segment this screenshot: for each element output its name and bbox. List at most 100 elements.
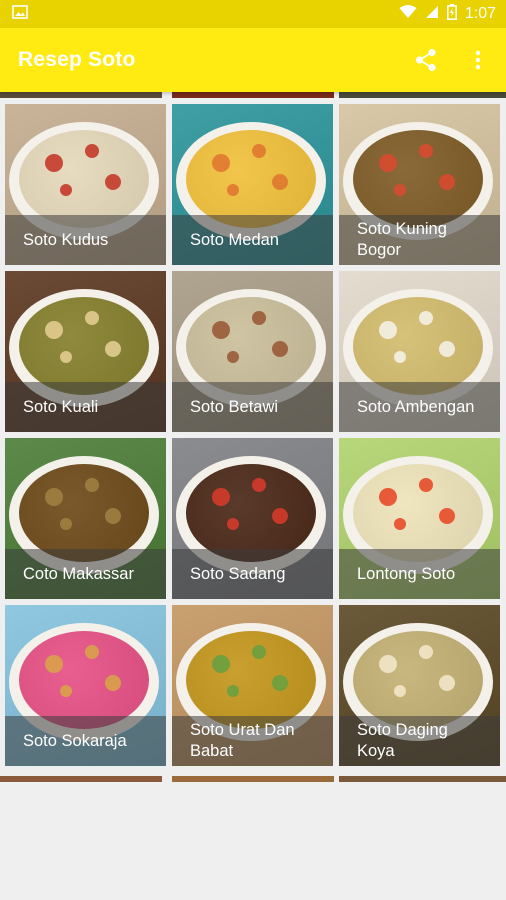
recipe-name: Soto Ambengan bbox=[357, 397, 475, 416]
garnish-shape bbox=[227, 184, 239, 196]
recipe-card[interactable]: Soto Sokaraja bbox=[5, 605, 166, 766]
recipe-name: Soto Kuning Bogor bbox=[357, 220, 447, 259]
recipe-caption: Coto Makassar bbox=[5, 549, 166, 599]
garnish-shape bbox=[379, 154, 397, 172]
recipe-caption: Soto Sokaraja bbox=[5, 716, 166, 766]
recipe-name: Coto Makassar bbox=[23, 564, 134, 583]
recipe-caption: Soto Kuali bbox=[5, 382, 166, 432]
soup-shape bbox=[186, 297, 316, 395]
recipe-caption: Soto Daging Koya bbox=[339, 716, 500, 766]
garnish-shape bbox=[272, 675, 288, 691]
recipe-name: Soto Kuali bbox=[23, 397, 99, 416]
garnish-shape bbox=[45, 488, 63, 506]
garnish-shape bbox=[379, 488, 397, 506]
next-row-edge bbox=[0, 776, 506, 782]
recipe-card[interactable]: Soto Betawi bbox=[172, 271, 333, 432]
status-bar: 1:07 bbox=[0, 0, 506, 28]
soup-shape bbox=[19, 297, 149, 395]
garnish-shape bbox=[212, 488, 230, 506]
garnish-shape bbox=[394, 351, 406, 363]
recipe-card[interactable]: Soto Urat Dan Babat bbox=[172, 605, 333, 766]
garnish-shape bbox=[227, 685, 239, 697]
garnish-shape bbox=[272, 341, 288, 357]
garnish-shape bbox=[252, 478, 266, 492]
recipe-caption: Soto Sadang bbox=[172, 549, 333, 599]
garnish-shape bbox=[60, 518, 72, 530]
garnish-shape bbox=[439, 174, 455, 190]
garnish-shape bbox=[419, 478, 433, 492]
recipe-name: Soto Urat Dan Babat bbox=[190, 721, 295, 760]
garnish-shape bbox=[439, 508, 455, 524]
clock: 1:07 bbox=[464, 5, 496, 22]
recipe-card[interactable]: Soto Kuali bbox=[5, 271, 166, 432]
soup-shape bbox=[19, 130, 149, 228]
soup-shape bbox=[186, 464, 316, 562]
share-icon bbox=[415, 48, 436, 72]
recipe-grid: Soto Kudus Soto Medan Soto Kuning Bogor Sot… bbox=[0, 92, 506, 782]
garnish-shape bbox=[105, 174, 121, 190]
recipe-card[interactable]: Soto Sadang bbox=[172, 438, 333, 599]
status-indicators: 1:07 bbox=[399, 3, 496, 25]
soup-shape bbox=[186, 631, 316, 729]
soup-shape bbox=[353, 631, 483, 729]
garnish-shape bbox=[379, 321, 397, 339]
recipe-name: Soto Kudus bbox=[23, 230, 109, 249]
garnish-shape bbox=[394, 685, 406, 697]
recipe-card[interactable]: Soto Kuning Bogor bbox=[339, 104, 500, 265]
garnish-shape bbox=[394, 518, 406, 530]
soup-shape bbox=[353, 130, 483, 228]
garnish-shape bbox=[212, 154, 230, 172]
recipe-caption: Soto Ambengan bbox=[339, 382, 500, 432]
share-button[interactable] bbox=[412, 46, 440, 74]
recipe-caption: Soto Kudus bbox=[5, 215, 166, 265]
recipe-name: Soto Daging Koya bbox=[357, 721, 448, 760]
garnish-shape bbox=[212, 655, 230, 673]
recipe-caption: Soto Urat Dan Babat bbox=[172, 716, 333, 766]
garnish-shape bbox=[439, 675, 455, 691]
recipe-name: Lontong Soto bbox=[357, 564, 456, 583]
recipe-card[interactable]: Coto Makassar bbox=[5, 438, 166, 599]
garnish-shape bbox=[85, 478, 99, 492]
recipe-caption: Soto Kuning Bogor bbox=[339, 215, 500, 265]
recipe-card[interactable]: Soto Ambengan bbox=[339, 271, 500, 432]
garnish-shape bbox=[45, 321, 63, 339]
recipe-card[interactable]: Soto Kudus bbox=[5, 104, 166, 265]
app-bar: Resep Soto bbox=[0, 28, 506, 92]
garnish-shape bbox=[394, 184, 406, 196]
wifi-icon bbox=[399, 4, 417, 24]
garnish-shape bbox=[419, 645, 433, 659]
soup-shape bbox=[19, 631, 149, 729]
recipe-name: Soto Betawi bbox=[190, 397, 279, 416]
garnish-shape bbox=[60, 685, 72, 697]
garnish-shape bbox=[227, 518, 239, 530]
signal-icon bbox=[425, 5, 439, 24]
recipe-caption: Soto Medan bbox=[172, 215, 333, 265]
garnish-shape bbox=[252, 311, 266, 325]
overflow-menu-icon bbox=[475, 50, 481, 70]
recipe-caption: Soto Betawi bbox=[172, 382, 333, 432]
garnish-shape bbox=[45, 655, 63, 673]
overflow-menu-button[interactable] bbox=[464, 46, 492, 74]
garnish-shape bbox=[439, 341, 455, 357]
previous-row-edge bbox=[0, 92, 506, 98]
garnish-shape bbox=[379, 655, 397, 673]
garnish-shape bbox=[85, 144, 99, 158]
recipe-name: Soto Medan bbox=[190, 230, 279, 249]
garnish-shape bbox=[419, 311, 433, 325]
garnish-shape bbox=[212, 321, 230, 339]
garnish-shape bbox=[419, 144, 433, 158]
garnish-shape bbox=[85, 311, 99, 325]
recipe-name: Soto Sadang bbox=[190, 564, 286, 583]
garnish-shape bbox=[105, 508, 121, 524]
recipe-card[interactable]: Soto Daging Koya bbox=[339, 605, 500, 766]
app-title: Resep Soto bbox=[18, 48, 136, 71]
recipe-caption: Lontong Soto bbox=[339, 549, 500, 599]
garnish-shape bbox=[60, 351, 72, 363]
recipe-card[interactable]: Soto Medan bbox=[172, 104, 333, 265]
garnish-shape bbox=[105, 341, 121, 357]
battery-icon bbox=[446, 3, 457, 25]
recipe-card[interactable]: Lontong Soto bbox=[339, 438, 500, 599]
garnish-shape bbox=[45, 154, 63, 172]
garnish-shape bbox=[272, 174, 288, 190]
garnish-shape bbox=[272, 508, 288, 524]
